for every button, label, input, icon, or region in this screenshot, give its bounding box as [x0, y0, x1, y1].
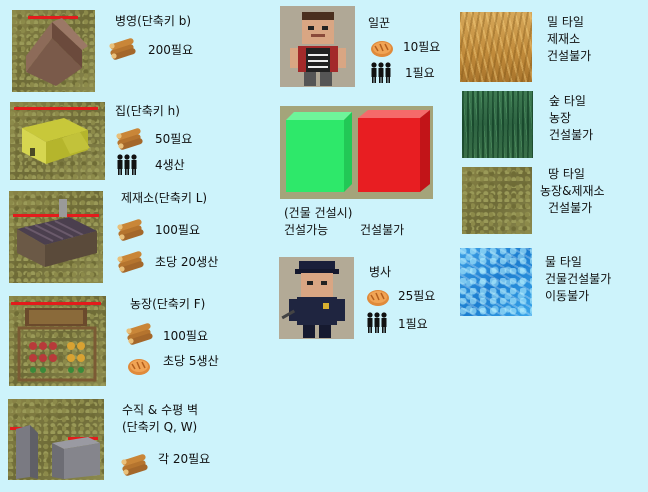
- ground-tile-line1: 땅 타일: [548, 167, 585, 181]
- bread-icon: [127, 358, 151, 376]
- wood-log-icon: [121, 453, 149, 477]
- farm-cost: 100필요: [163, 329, 208, 343]
- sawmill-produce: 초당 20생산: [155, 255, 219, 269]
- ground-tile-image: [462, 167, 532, 234]
- forest-tile-line3: 건설불가: [549, 128, 594, 142]
- water-tile-line1: 물 타일: [545, 255, 582, 269]
- worker-food-cost: 10필요: [403, 40, 441, 54]
- ground-tile-line2: 농장&제재소: [540, 184, 605, 198]
- barracks-label: 병영(단축키 b): [115, 14, 191, 28]
- farm-image: [9, 296, 106, 386]
- soldier-label: 병사: [369, 265, 392, 279]
- barracks-image: [12, 10, 95, 92]
- house-produce: 4생산: [155, 158, 185, 172]
- build-state-can: 건설가능: [284, 223, 329, 237]
- ground-tile-line3: 건설불가: [548, 201, 593, 215]
- soldier-food-cost: 25필요: [398, 289, 436, 303]
- soldier-pop-cost: 1필요: [398, 317, 428, 331]
- sawmill-image: [9, 191, 103, 283]
- population-icon: [371, 62, 391, 83]
- forest-tile-label: 숲 타일 농장 건설불가: [549, 93, 593, 144]
- wheat-tile-line2: 제재소: [547, 32, 581, 46]
- population-icon: [117, 154, 137, 175]
- wheat-tile-label: 밀 타일 제재소 건설불가: [547, 14, 591, 65]
- walls-label-line2: (단축키 Q, W): [122, 420, 198, 434]
- wheat-tile-line1: 밀 타일: [547, 15, 584, 29]
- walls-image: [8, 399, 104, 480]
- bread-icon: [370, 40, 394, 58]
- forest-tile-image: [462, 91, 533, 158]
- build-state-title: (건물 건설시): [284, 206, 353, 220]
- water-tile-line3: 이동불가: [545, 289, 590, 303]
- population-icon: [367, 312, 387, 333]
- build-state-image: [280, 106, 433, 199]
- sawmill-cost: 100필요: [155, 223, 200, 237]
- house-label: 집(단축키 h): [115, 104, 180, 118]
- forest-tile-line1: 숲 타일: [549, 94, 586, 108]
- wood-log-icon: [109, 37, 137, 61]
- wood-log-icon: [117, 250, 145, 274]
- house-image: [10, 102, 105, 180]
- worker-image: [280, 6, 355, 87]
- ground-tile-label: 땅 타일 농장&제재소 건설불가: [540, 166, 605, 217]
- wood-log-icon: [126, 322, 154, 346]
- soldier-image: [279, 257, 354, 339]
- wheat-tile-image: [460, 12, 532, 82]
- wood-log-icon: [116, 127, 144, 151]
- walls-label: 수직 & 수평 벽 (단축키 Q, W): [122, 402, 198, 436]
- bread-icon: [366, 289, 390, 307]
- house-cost: 50필요: [155, 132, 193, 146]
- sawmill-label: 제재소(단축키 L): [121, 191, 208, 205]
- water-tile-line2: 건물건설불가: [545, 272, 612, 286]
- walls-cost: 각 20필요: [158, 452, 211, 466]
- worker-label: 일꾼: [368, 16, 391, 30]
- build-state-cannot: 건설불가: [360, 223, 405, 237]
- walls-label-line1: 수직 & 수평 벽: [122, 403, 199, 417]
- farm-produce: 초당 5생산: [163, 354, 219, 368]
- forest-tile-line2: 농장: [549, 111, 572, 125]
- worker-pop-cost: 1필요: [405, 66, 435, 80]
- wood-log-icon: [117, 218, 145, 242]
- water-tile-label: 물 타일 건물건설불가 이동불가: [545, 254, 611, 305]
- wheat-tile-line3: 건설불가: [547, 49, 592, 63]
- farm-label: 농장(단축키 F): [130, 297, 206, 311]
- water-tile-image: [460, 248, 532, 316]
- barracks-cost: 200필요: [148, 43, 193, 57]
